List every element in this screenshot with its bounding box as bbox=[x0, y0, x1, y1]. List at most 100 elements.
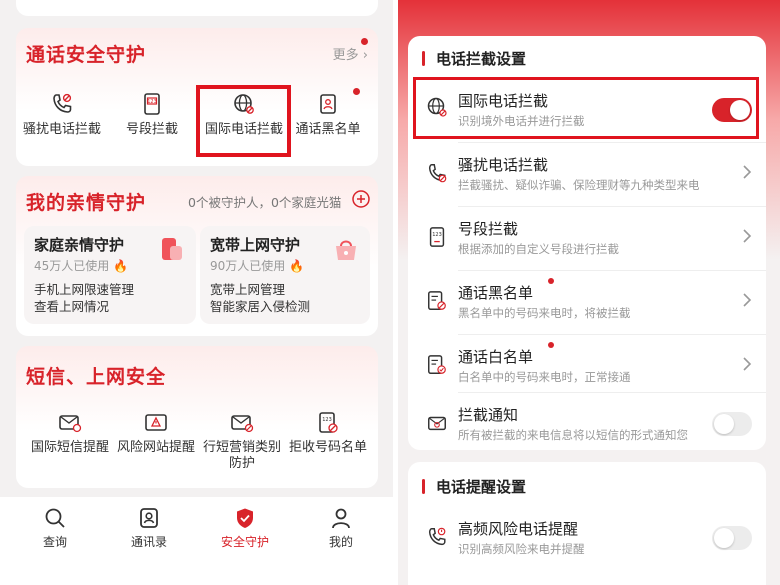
top-card-remnant bbox=[16, 0, 378, 16]
reject-number-label: 拒收号码名单 bbox=[288, 440, 367, 455]
guardians-count: 0个被守护人，0个家庭光猫 bbox=[188, 195, 342, 210]
chevron-right-icon bbox=[743, 229, 752, 243]
svg-text:123: 123 bbox=[147, 99, 157, 105]
risk-site-label: 风险网站提醒 bbox=[116, 440, 195, 455]
blacklist-row-title: 通话黑名单 bbox=[458, 284, 534, 302]
blacklist-red-dot bbox=[353, 88, 360, 95]
tab-query-label: 查询 bbox=[42, 535, 67, 549]
broadband-guard-desc1: 宽带上网管理 bbox=[210, 282, 286, 297]
whitelist-row-desc: 白名单中的号码来电时，正常接通 bbox=[458, 370, 631, 384]
tab-mine[interactable]: 我的 bbox=[306, 507, 376, 550]
left-screen: 通话安全守护 更多 › 骚扰电话拦截 123 号段拦截 国际电话拦截 通话黑名单… bbox=[0, 0, 393, 585]
add-guardian-icon[interactable] bbox=[352, 190, 370, 208]
marketing-sms-label: 行短营销类别防护 bbox=[202, 440, 281, 471]
block-notify-toggle[interactable] bbox=[712, 412, 752, 436]
family-card: 我的亲情守护 0个被守护人，0个家庭光猫 家庭亲情守护 45万人已使用 🔥 手机… bbox=[16, 176, 378, 336]
number-range-row-desc: 根据添加的自定义号段进行拦截 bbox=[458, 242, 619, 256]
blacklist-item[interactable]: 通话黑名单 bbox=[288, 92, 368, 138]
row-divider bbox=[458, 334, 766, 335]
risk-site-item[interactable]: 风险网站提醒 bbox=[116, 412, 196, 456]
number-range-icon: 123 bbox=[144, 93, 160, 115]
phone-shield-icon bbox=[162, 238, 182, 260]
toggle-knob bbox=[714, 414, 734, 434]
marketing-sms-item[interactable]: 行短营销类别防护 bbox=[202, 412, 282, 472]
tab-security-label: 安全守护 bbox=[220, 535, 269, 549]
number-range-row[interactable]: 123 号段拦截 根据添加的自定义号段进行拦截 bbox=[408, 206, 766, 270]
high-freq-risk-row[interactable]: 高频风险电话提醒 识别高频风险来电并提醒 bbox=[408, 506, 766, 570]
marketing-sms-icon bbox=[231, 415, 254, 433]
risk-site-icon bbox=[145, 414, 167, 431]
svg-text:123: 123 bbox=[322, 417, 332, 423]
high-freq-risk-row-desc: 识别高频风险来电并提醒 bbox=[458, 542, 585, 556]
blacklist-icon bbox=[428, 291, 446, 310]
row-divider bbox=[458, 142, 766, 143]
broadband-guard-title: 宽带上网守护 bbox=[210, 236, 301, 254]
sms-security-title: 短信、上网安全 bbox=[26, 366, 167, 388]
sms-security-card: 短信、上网安全 国际短信提醒 风险网站提醒 行短营销类别防护 123 拒收号码名… bbox=[16, 346, 378, 488]
blacklist-row[interactable]: 通话黑名单 黑名单中的号码来电时，将被拦截 bbox=[408, 270, 766, 334]
blacklist-row-desc: 黑名单中的号码来电时，将被拦截 bbox=[458, 306, 631, 320]
shield-icon bbox=[237, 508, 253, 528]
right-screen: 电话拦截设置 国际电话拦截 识别境外电话并进行拦截 骚扰电话拦截 拦截骚扰、疑似… bbox=[398, 0, 780, 585]
call-security-title: 通话安全守护 bbox=[26, 44, 147, 66]
intl-sms-item[interactable]: 国际短信提醒 bbox=[30, 412, 110, 456]
chevron-right-icon bbox=[743, 293, 752, 307]
harass-call-icon bbox=[428, 164, 447, 183]
call-remind-settings-card: 电话提醒设置 高频风险电话提醒 识别高频风险来电并提醒 bbox=[408, 462, 766, 585]
chevron-right-icon bbox=[743, 165, 752, 179]
call-block-settings-title: 电话拦截设置 bbox=[422, 48, 526, 69]
more-link[interactable]: 更多 › bbox=[333, 44, 368, 63]
family-guard-desc1: 手机上网限速管理 bbox=[34, 282, 135, 297]
whitelist-row[interactable]: 通话白名单 白名单中的号码来电时，正常接通 bbox=[408, 334, 766, 398]
row-divider bbox=[458, 206, 766, 207]
broadband-guard-card[interactable]: 宽带上网守护 90万人已使用 🔥 宽带上网管理 智能家居入侵检测 bbox=[200, 226, 370, 324]
tab-security[interactable]: 安全守护 bbox=[210, 507, 280, 550]
high-freq-risk-toggle[interactable] bbox=[712, 526, 752, 550]
harass-call-row[interactable]: 骚扰电话拦截 拦截骚扰、疑似诈骗、保险理财等九种类型来电 bbox=[408, 142, 766, 206]
blacklist-icon bbox=[320, 94, 336, 114]
harass-call-item[interactable]: 骚扰电话拦截 bbox=[22, 92, 102, 138]
router-icon bbox=[336, 240, 356, 260]
tab-contacts[interactable]: 通讯录 bbox=[114, 507, 184, 550]
number-range-item[interactable]: 123 号段拦截 bbox=[112, 92, 192, 138]
number-range-label: 号段拦截 bbox=[125, 122, 178, 137]
harass-call-label: 骚扰电话拦截 bbox=[22, 122, 101, 137]
block-notify-row[interactable]: 拦截通知 所有被拦截的来电信息将以短信的形式通知您 bbox=[408, 392, 766, 456]
blacklist-label: 通话黑名单 bbox=[295, 122, 361, 137]
high-freq-risk-row-title: 高频风险电话提醒 bbox=[458, 520, 579, 538]
row-divider bbox=[458, 392, 766, 393]
whitelist-red-dot bbox=[548, 342, 554, 348]
harass-call-row-title: 骚扰电话拦截 bbox=[458, 156, 549, 174]
harass-call-icon bbox=[53, 93, 72, 113]
more-label: 更多 bbox=[332, 48, 359, 63]
whitelist-icon bbox=[428, 355, 446, 374]
highlight-box bbox=[413, 77, 759, 139]
number-range-icon: 123 bbox=[429, 227, 445, 247]
block-notify-row-desc: 所有被拦截的来电信息将以短信的形式通知您 bbox=[458, 428, 688, 442]
chevron-right-icon bbox=[743, 357, 752, 371]
reject-number-item[interactable]: 123 拒收号码名单 bbox=[288, 412, 368, 456]
call-remind-settings-title: 电话提醒设置 bbox=[422, 476, 526, 497]
broadband-guard-desc2: 智能家居入侵检测 bbox=[210, 299, 311, 314]
reject-number-icon: 123 bbox=[319, 412, 338, 433]
tab-mine-label: 我的 bbox=[328, 535, 353, 549]
family-guard-title: 家庭亲情守护 bbox=[34, 236, 125, 254]
alert-call-icon bbox=[428, 527, 446, 546]
bottom-tab-bar: 查询 通讯录 安全守护 我的 bbox=[0, 497, 393, 585]
family-title: 我的亲情守护 bbox=[26, 192, 147, 214]
more-red-dot bbox=[361, 38, 368, 45]
person-icon bbox=[332, 508, 350, 529]
family-guard-card[interactable]: 家庭亲情守护 45万人已使用 🔥 手机上网限速管理 查看上网情况 bbox=[24, 226, 196, 324]
intl-sms-label: 国际短信提醒 bbox=[30, 440, 109, 455]
notify-sms-icon bbox=[428, 416, 446, 431]
block-notify-row-title: 拦截通知 bbox=[458, 406, 519, 424]
contacts-icon bbox=[140, 508, 158, 528]
number-range-row-title: 号段拦截 bbox=[458, 220, 519, 238]
intl-sms-icon bbox=[59, 415, 82, 433]
family-guard-desc2: 查看上网情况 bbox=[34, 299, 110, 314]
blacklist-red-dot bbox=[548, 278, 554, 284]
svg-text:123: 123 bbox=[432, 232, 442, 238]
tab-query[interactable]: 查询 bbox=[20, 507, 90, 550]
search-icon bbox=[45, 508, 65, 528]
row-divider bbox=[458, 270, 766, 271]
